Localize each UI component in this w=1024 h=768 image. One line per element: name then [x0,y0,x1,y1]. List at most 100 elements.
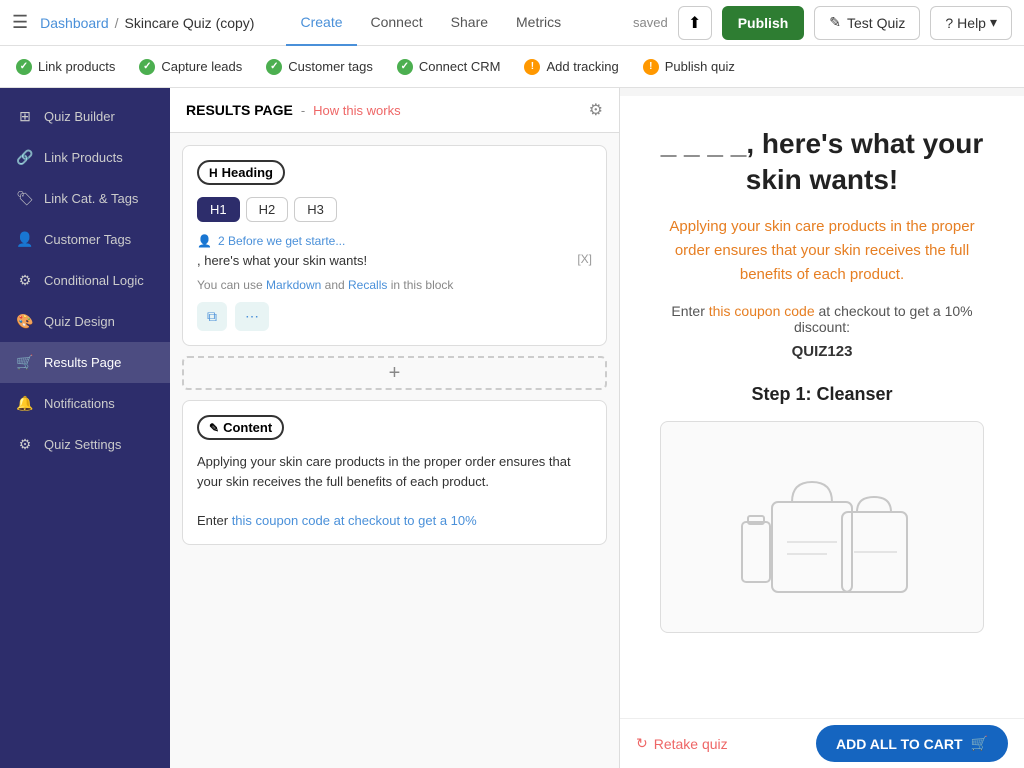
preview-title: _ _ _ _, here's what your skin wants! [660,126,984,199]
sidebar-item-quiz-design[interactable]: 🎨 Quiz Design [0,301,170,342]
markdown-prefix: You can use [197,278,266,292]
editor-gear-button[interactable]: ⚙ [589,100,603,120]
retake-quiz-button[interactable]: ↻ Retake quiz [636,735,728,752]
step-check-customer-tags: ✓ [266,59,282,75]
sidebar-item-link-cat-tags[interactable]: 🏷 Link Cat. & Tags [0,178,170,219]
add-cart-label: ADD ALL TO CART [836,736,963,752]
step-check-link-products: ✓ [16,59,32,75]
markdown-note: You can use Markdown and Recalls in this… [197,278,592,292]
sidebar-item-quiz-builder[interactable]: ⊞ Quiz Builder [0,96,170,137]
editor-header: RESULTS PAGE - How this works ⚙ [170,88,619,133]
heading-text-line: , here's what your skin wants! [X] [197,252,592,270]
sidebar-label-results-page: Results Page [44,355,121,370]
markdown-and: and [325,278,348,292]
sidebar-item-results-page[interactable]: 🛒 Results Page [0,342,170,383]
editor-panel: RESULTS PAGE - How this works ⚙ H Headin… [170,88,620,768]
heading-block-actions: ⧉ ⋯ [197,302,592,331]
content-badge: ✎ Content [197,415,284,440]
content-block-header: ✎ Content [197,415,592,440]
coupon-code: QUIZ123 [660,343,984,360]
editor-scroll: H Heading H1 H2 H3 👤 2 Before we get sta… [170,133,619,768]
add-all-to-cart-button[interactable]: ADD ALL TO CART 🛒 [816,725,1008,762]
preview-panel: _ _ _ _, here's what your skin wants! Ap… [620,88,1024,768]
breadcrumb: Dashboard / Skincare Quiz (copy) [40,15,254,31]
sidebar-label-quiz-builder: Quiz Builder [44,109,115,124]
step-link-products-label: Link products [38,59,115,74]
step-customer-tags-label: Customer tags [288,59,373,74]
step-add-tracking[interactable]: ! Add tracking [524,59,618,75]
dashboard-link[interactable]: Dashboard [40,15,109,31]
step-connect-crm-label: Connect CRM [419,59,501,74]
content-text: Applying your skin care products in the … [197,452,592,530]
sidebar-label-quiz-settings: Quiz Settings [44,437,121,452]
h1-button[interactable]: H1 [197,197,240,222]
step-customer-tags[interactable]: ✓ Customer tags [266,59,373,75]
heading-block-header: H Heading [197,160,592,185]
hamburger-icon[interactable]: ☰ [12,12,28,33]
recalls-link[interactable]: Recalls [348,278,387,292]
nav-right: saved ⬆ Publish ✎ Test Quiz ? Help ▾ [633,6,1012,40]
sidebar-label-notifications: Notifications [44,396,115,411]
tab-connect[interactable]: Connect [357,0,437,46]
sidebar: ⊞ Quiz Builder 🔗 Link Products 🏷 Link Ca… [0,88,170,768]
test-quiz-button[interactable]: ✎ Test Quiz [814,6,920,40]
plus-icon: + [389,362,401,385]
breadcrumb-separator: / [115,15,119,31]
product-placeholder [660,421,984,633]
heading-badge: H Heading [197,160,285,185]
step-check-connect-crm: ✓ [397,59,413,75]
step-check-publish-quiz: ! [643,59,659,75]
paint-icon: 🎨 [16,313,34,330]
step-publish-quiz[interactable]: ! Publish quiz [643,59,735,75]
copy-block-button[interactable]: ⧉ [197,302,227,331]
step-link-products[interactable]: ✓ Link products [16,59,115,75]
sidebar-item-conditional-logic[interactable]: ⚙ Conditional Logic [0,260,170,301]
tab-create[interactable]: Create [286,0,356,46]
test-quiz-label: Test Quiz [847,15,905,31]
step-bar: ✓ Link products ✓ Capture leads ✓ Custom… [0,46,1024,88]
nav-tabs: Create Connect Share Metrics [286,0,575,46]
saved-label: saved [633,15,668,30]
sidebar-label-customer-tags: Customer Tags [44,232,131,247]
add-block-button[interactable]: + [182,356,607,390]
sidebar-item-customer-tags[interactable]: 👤 Customer Tags [0,219,170,260]
heading-level-buttons: H1 H2 H3 [197,197,592,222]
more-options-button[interactable]: ⋯ [235,302,269,331]
user-recall-line: 👤 2 Before we get starte... [197,234,592,248]
step-capture-leads[interactable]: ✓ Capture leads [139,59,242,75]
export-icon: ⬆ [688,13,701,33]
sidebar-label-conditional-logic: Conditional Logic [44,273,144,288]
remove-button[interactable]: [X] [577,252,592,266]
help-button[interactable]: ? Help ▾ [930,6,1012,40]
heading-block: H Heading H1 H2 H3 👤 2 Before we get sta… [182,145,607,346]
edit-icon: ✎ [829,14,841,31]
cart-icon: 🛒 [16,354,34,371]
tab-metrics[interactable]: Metrics [502,0,575,46]
coupon-text-link: this coupon code at checkout to get a 10… [232,513,477,528]
preview-coupon-text: Enter this coupon code at checkout to ge… [660,303,984,335]
sidebar-item-notifications[interactable]: 🔔 Notifications [0,383,170,424]
publish-button[interactable]: Publish [722,6,805,40]
link-icon: 🔗 [16,149,34,166]
step-check-add-tracking: ! [524,59,540,75]
sidebar-item-quiz-settings[interactable]: ⚙ Quiz Settings [0,424,170,465]
markdown-link[interactable]: Markdown [266,278,321,292]
h2-button[interactable]: H2 [246,197,289,222]
step-heading: Step 1: Cleanser [660,384,984,405]
how-this-works-link[interactable]: How this works [313,103,400,118]
export-button[interactable]: ⬆ [678,6,712,40]
step-connect-crm[interactable]: ✓ Connect CRM [397,59,501,75]
bottom-bar: ↻ Retake quiz ADD ALL TO CART 🛒 [620,718,1024,768]
editor-separator: - [301,103,305,118]
sidebar-item-link-products[interactable]: 🔗 Link Products [0,137,170,178]
tab-share[interactable]: Share [437,0,502,46]
breadcrumb-current: Skincare Quiz (copy) [125,15,255,31]
heading-badge-label: Heading [222,165,273,180]
cart-icon: 🛒 [971,735,988,752]
step-add-tracking-label: Add tracking [546,59,618,74]
content-badge-label: Content [223,420,272,435]
markdown-suffix: in this block [391,278,454,292]
chevron-down-icon: ▾ [990,14,997,31]
sidebar-label-quiz-design: Quiz Design [44,314,115,329]
h3-button[interactable]: H3 [294,197,337,222]
